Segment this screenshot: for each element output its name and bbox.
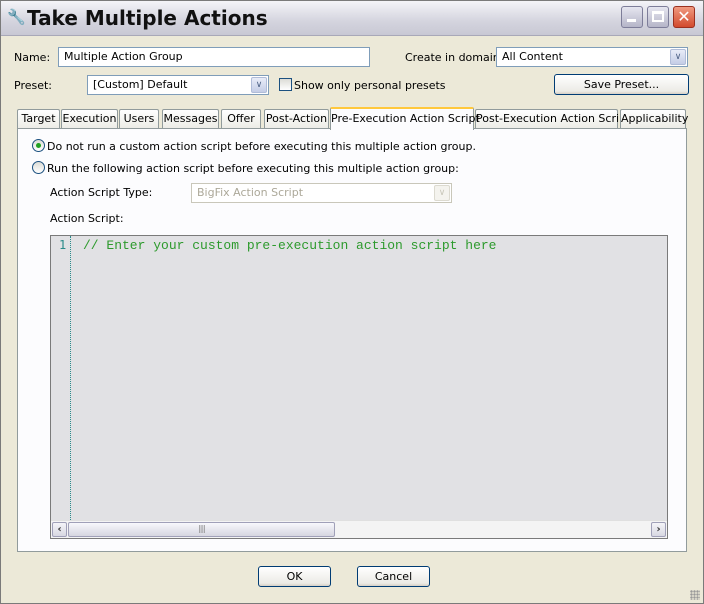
script-type-select: BigFix Action Script ∨	[191, 183, 452, 203]
action-script-label: Action Script:	[50, 212, 124, 225]
tab-users[interactable]: Users	[119, 109, 159, 129]
window-title: Take Multiple Actions	[27, 6, 268, 30]
tab-messages[interactable]: Messages	[162, 109, 219, 129]
no-script-radio[interactable]	[32, 139, 45, 152]
cancel-button[interactable]: Cancel	[357, 566, 430, 587]
take-multiple-actions-dialog: 🔧 Take Multiple Actions ✕ Name: Multiple…	[0, 0, 704, 604]
domain-select[interactable]: All Content ∨	[496, 47, 688, 67]
domain-value: All Content	[502, 50, 563, 63]
tab-offer[interactable]: Offer	[221, 109, 261, 129]
script-type-label: Action Script Type:	[50, 186, 153, 199]
name-input[interactable]: Multiple Action Group	[58, 47, 370, 67]
tab-pre-execution-action-script[interactable]: Pre-Execution Action Script	[330, 107, 480, 130]
scroll-right-icon[interactable]: ›	[651, 522, 666, 537]
horizontal-scrollbar[interactable]: ‹ |||| ›	[51, 520, 667, 538]
scroll-left-icon[interactable]: ‹	[52, 522, 67, 537]
maximize-button[interactable]	[647, 6, 669, 28]
code-line: // Enter your custom pre-execution actio…	[83, 238, 497, 253]
preset-select[interactable]: [Custom] Default ∨	[87, 75, 269, 95]
tab-execution[interactable]: Execution	[61, 109, 118, 129]
maximize-icon	[652, 11, 664, 22]
preset-value: [Custom] Default	[93, 78, 188, 91]
tab-target[interactable]: Target	[17, 109, 60, 129]
minimize-button[interactable]	[621, 6, 643, 28]
chevron-down-icon[interactable]: ∨	[670, 49, 686, 65]
minimize-icon	[627, 19, 636, 22]
gutter-divider	[70, 236, 71, 522]
save-preset-button[interactable]: Save Preset...	[554, 74, 689, 95]
line-number: 1	[59, 238, 67, 252]
tab-post-execution-action-script[interactable]: Post-Execution Action Script	[475, 109, 630, 129]
resize-grip-icon[interactable]	[690, 590, 700, 600]
close-button[interactable]: ✕	[673, 6, 695, 28]
chevron-down-icon[interactable]: ∨	[251, 77, 267, 93]
close-icon: ✕	[677, 7, 691, 26]
domain-label: Create in domain:	[405, 51, 504, 64]
title-bar[interactable]: 🔧 Take Multiple Actions ✕	[1, 1, 703, 36]
radio-selected-dot	[36, 143, 41, 148]
personal-presets-label: Show only personal presets	[294, 79, 446, 92]
tab-applicability[interactable]: Applicability	[620, 109, 688, 129]
ok-button[interactable]: OK	[258, 566, 331, 587]
tab-post-action[interactable]: Post-Action	[264, 109, 329, 129]
scroll-thumb[interactable]: ||||	[68, 522, 335, 537]
name-label: Name:	[14, 51, 51, 64]
wrench-icon: 🔧	[7, 8, 26, 26]
no-script-label: Do not run a custom action script before…	[47, 140, 476, 153]
personal-presets-checkbox[interactable]	[279, 78, 292, 91]
action-script-editor[interactable]: 1 // Enter your custom pre-execution act…	[50, 235, 668, 539]
run-script-label: Run the following action script before e…	[47, 162, 459, 175]
script-type-value: BigFix Action Script	[197, 186, 304, 199]
chevron-down-icon: ∨	[434, 185, 450, 201]
preset-label: Preset:	[14, 79, 53, 92]
run-script-radio[interactable]	[32, 161, 45, 174]
